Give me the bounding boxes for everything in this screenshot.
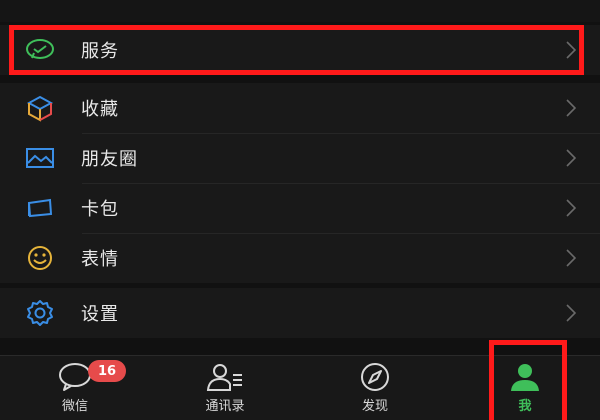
chevron-right-icon (564, 198, 578, 218)
main-menu-group: 收藏 朋友圈 卡包 表情 (0, 83, 600, 283)
chevron-right-icon (564, 303, 578, 323)
tab-me[interactable]: 我 (450, 356, 600, 420)
menu-item-moments[interactable]: 朋友圈 (0, 133, 600, 183)
tab-label: 我 (518, 399, 532, 414)
chat-bubble-icon (58, 361, 92, 393)
menu-item-label: 设置 (81, 304, 119, 325)
tab-label: 微信 (61, 399, 88, 414)
tab-label: 通讯录 (205, 399, 245, 414)
bottom-tab-bar: 16 微信 通讯录 发现 我 (0, 355, 600, 420)
compass-icon (359, 361, 391, 393)
unread-badge: 16 (88, 360, 126, 382)
top-strip (0, 0, 600, 22)
picture-icon (24, 142, 56, 174)
wechat-pay-icon (24, 34, 56, 66)
smiley-icon (24, 242, 56, 274)
menu-item-card-pack[interactable]: 卡包 (0, 183, 600, 233)
chevron-right-icon (564, 148, 578, 168)
menu-item-label: 朋友圈 (81, 149, 138, 170)
menu-item-settings[interactable]: 设置 (0, 288, 600, 338)
menu-item-label: 卡包 (81, 199, 119, 220)
tab-label: 发现 (361, 399, 388, 414)
cube-icon (24, 92, 56, 124)
menu-item-stickers[interactable]: 表情 (0, 233, 600, 283)
menu-item-label: 收藏 (81, 99, 119, 120)
contacts-icon (205, 361, 245, 393)
menu-item-favorites[interactable]: 收藏 (0, 83, 600, 133)
chevron-right-icon (564, 248, 578, 268)
menu-item-label: 服务 (81, 41, 119, 62)
menu-item-label: 表情 (81, 249, 119, 270)
gear-icon (24, 297, 56, 329)
card-icon (24, 192, 56, 224)
person-icon (509, 361, 541, 393)
tab-contacts[interactable]: 通讯录 (150, 356, 300, 420)
settings-group: 设置 (0, 288, 600, 338)
tab-chats[interactable]: 16 微信 (0, 356, 150, 420)
chevron-right-icon (564, 40, 578, 60)
me-screen: 服务 收藏 朋友圈 卡包 表情 设置 16 微信 通讯录 发现 我 (0, 0, 600, 420)
menu-item-service[interactable]: 服务 (0, 25, 600, 75)
chevron-right-icon (564, 98, 578, 118)
tab-discover[interactable]: 发现 (300, 356, 450, 420)
service-group: 服务 (0, 25, 600, 75)
